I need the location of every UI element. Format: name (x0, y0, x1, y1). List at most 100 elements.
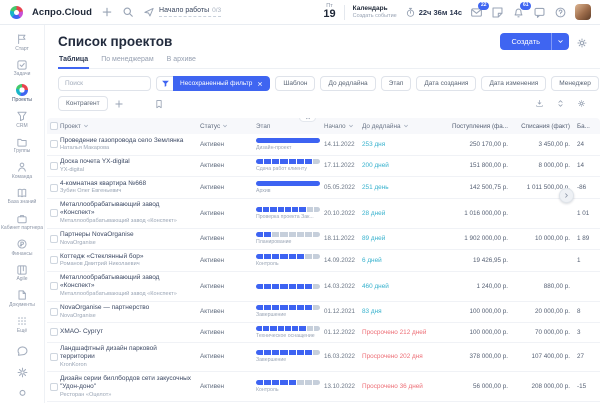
table-row[interactable]: ХМАО- Сургут Активен Техническое оснащен… (47, 323, 600, 343)
sidebar-item-groups[interactable]: Группы (0, 133, 44, 159)
column-header-deadline[interactable]: До дедлайна (362, 123, 448, 130)
table-row[interactable]: Металлообрабатывающий завод «Конспект» М… (47, 199, 600, 229)
sidebar-item-tasks[interactable]: Задачи (0, 56, 44, 82)
sidebar-item-team[interactable]: Команда (0, 158, 44, 184)
table-row[interactable]: Доска почета YX-digital YX-digital Актив… (47, 156, 600, 178)
create-dropdown-caret[interactable] (552, 33, 569, 50)
table-row[interactable]: NovaOrganise — партнерство NovaOrganise … (47, 302, 600, 324)
tab-в-архиве[interactable]: В архиве (166, 54, 197, 68)
stage-label: Планирование (256, 239, 320, 245)
row-checkbox[interactable] (50, 383, 58, 391)
row-checkbox[interactable] (50, 328, 58, 336)
row-checkbox[interactable] (50, 353, 58, 361)
sort-caret-icon[interactable] (348, 123, 354, 129)
search-input[interactable] (58, 76, 151, 91)
filter-chip[interactable]: Шаблон (275, 76, 315, 91)
stage-label: Контроль (256, 261, 320, 267)
support-chat-icon[interactable] (16, 344, 29, 357)
table-row[interactable]: Коттедж «Стеклянный бор» Романов Дмитрий… (47, 250, 600, 272)
sidebar-item-finance[interactable]: Финансы (0, 235, 44, 261)
sidebar-item-partner-cabinet[interactable]: Кабинет партнера (0, 209, 44, 235)
tab-таблица[interactable]: Таблица (58, 54, 89, 69)
table-settings-gear-icon[interactable] (575, 97, 588, 110)
save-filter-bookmark-icon[interactable] (153, 97, 166, 110)
calendar-shortcut[interactable]: Календарь Создать событие (353, 5, 397, 19)
notes-button[interactable] (491, 6, 504, 19)
sidebar-item-knowledge-base[interactable]: База знаний (0, 184, 44, 210)
export-icon[interactable] (533, 97, 546, 110)
filter-chip[interactable]: Дата изменения (481, 76, 546, 91)
project-title[interactable]: ХМАО- Сургут (60, 328, 192, 336)
start-date: 13.10.2022 (324, 383, 362, 390)
table-row[interactable]: 4-комнатная квартира №668 Зубин Олег Евг… (47, 177, 600, 199)
table-row[interactable]: Металлообрабатывающий завод «Конспект» М… (47, 272, 600, 302)
sidebar-item-crm[interactable]: CRM (0, 107, 44, 133)
filter-funnel-button[interactable] (156, 76, 173, 91)
quick-add-button[interactable] (101, 6, 113, 18)
project-title[interactable]: Партнеры NovaOrganise (60, 231, 192, 239)
row-checkbox[interactable] (50, 235, 58, 243)
column-header-project[interactable]: Проект (60, 123, 200, 130)
table-row[interactable]: Ландшафтный дизайн парковой территории K… (47, 343, 600, 373)
project-title[interactable]: NovaOrganise — партнерство (60, 304, 192, 312)
project-title[interactable]: Металлообрабатывающий завод «Конспект» (60, 201, 192, 217)
column-header-balance: Ба... (570, 123, 600, 130)
row-checkbox[interactable] (50, 209, 58, 217)
project-title[interactable]: 4-комнатная квартира №668 (60, 180, 192, 188)
row-checkbox[interactable] (50, 256, 58, 264)
sidebar-item-agile[interactable]: Agile (0, 261, 44, 287)
sidebar-item-projects[interactable]: Проекты (0, 81, 44, 107)
income-value: 142 500,75 р. (448, 184, 508, 191)
select-all-checkbox[interactable] (50, 122, 58, 130)
scroll-right-button[interactable] (559, 188, 574, 203)
sort-caret-icon[interactable] (222, 123, 228, 129)
row-checkbox[interactable] (50, 308, 58, 316)
table-row[interactable]: Партнеры NovaOrganise NovaOrganise Актив… (47, 229, 600, 251)
project-title[interactable]: Дизайн серии биллбордов сети закусочных … (60, 375, 192, 391)
expand-collapse-icon[interactable] (554, 97, 567, 110)
project-title[interactable]: Ландшафтный дизайн парковой территории (60, 345, 192, 361)
row-checkbox[interactable] (50, 162, 58, 170)
project-title[interactable]: Доска почета YX-digital (60, 158, 192, 166)
work-timer[interactable]: 22ч 36м 14с (405, 7, 462, 18)
sidebar-item-start[interactable]: Старт (0, 30, 44, 56)
extra-bottom-icon[interactable] (16, 388, 29, 401)
row-checkbox[interactable] (50, 140, 58, 148)
table-row[interactable]: Дизайн серии биллбордов сети закусочных … (47, 372, 600, 402)
project-title[interactable]: Металлообрабатывающий завод «Конспект» (60, 274, 192, 290)
column-header-status[interactable]: Статус (200, 123, 256, 130)
filter-chip-counterparty[interactable]: Контрагент (58, 96, 108, 111)
onboarding-link[interactable]: Начало работы 0/3 (143, 6, 221, 18)
filter-chip[interactable]: Дата создания (416, 76, 476, 91)
sort-caret-icon[interactable] (403, 123, 409, 129)
add-filter-icon[interactable] (113, 97, 126, 110)
column-header-start[interactable]: Начало (324, 123, 362, 130)
filter-chip[interactable]: До дедлайна (320, 76, 375, 91)
sidebar-item-documents[interactable]: Документы (0, 286, 44, 312)
unsaved-filter-pill[interactable]: Несохраненный фильтр (173, 76, 270, 91)
table-row[interactable]: Проведение газопровода село Землянка Нат… (47, 134, 600, 156)
row-checkbox[interactable] (50, 184, 58, 192)
stage-progressbar (256, 138, 320, 143)
collapse-header-button[interactable] (299, 118, 316, 122)
messages-button[interactable]: 22 (470, 6, 483, 19)
today-date[interactable]: Пт 19 (323, 4, 335, 21)
sort-caret-icon[interactable] (83, 123, 89, 129)
integrations-gear-icon[interactable] (16, 366, 29, 379)
clear-filter-icon[interactable] (257, 81, 263, 87)
tab-по-менеджерам[interactable]: По менеджерам (100, 54, 154, 68)
project-status: Активен (200, 283, 256, 290)
page-settings-icon[interactable] (576, 36, 588, 48)
user-avatar[interactable] (575, 4, 591, 20)
notifications-button[interactable]: 61 (512, 6, 525, 19)
project-title[interactable]: Проведение газопровода село Землянка (60, 137, 192, 145)
filter-chip[interactable]: Этап (381, 76, 412, 91)
sidebar-item-more[interactable]: Ещё (0, 312, 44, 338)
help-button[interactable] (554, 6, 567, 19)
row-checkbox[interactable] (50, 282, 58, 290)
project-title[interactable]: Коттедж «Стеклянный бор» (60, 253, 192, 261)
search-icon[interactable] (122, 6, 134, 18)
filter-chip[interactable]: Менеджер (551, 76, 599, 91)
create-button[interactable]: Создать (500, 33, 569, 50)
comments-button[interactable] (533, 6, 546, 19)
